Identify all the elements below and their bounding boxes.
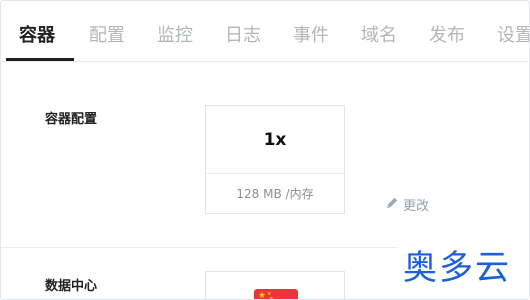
data-center-card[interactable]: ★ ★ ★ (205, 271, 345, 299)
container-plan-card[interactable]: 1x 128 MB /内存 (205, 105, 345, 214)
tab-domains[interactable]: 域名 (361, 23, 397, 49)
tab-logs[interactable]: 日志 (225, 23, 261, 49)
container-config-label: 容器配置 (45, 112, 98, 127)
tab-events[interactable]: 事件 (293, 23, 329, 49)
tab-containers[interactable]: 容器 (19, 23, 55, 49)
edit-config-button[interactable]: 更改 (385, 195, 429, 214)
pencil-icon (385, 196, 399, 214)
tab-deploy[interactable]: 发布 (429, 23, 465, 49)
china-flag-icon: ★ ★ ★ (254, 289, 298, 299)
tab-monitoring[interactable]: 监控 (157, 23, 193, 49)
tab-bar: 容器 配置 监控 日志 事件 域名 发布 设置 (1, 1, 529, 62)
tab-settings[interactable]: 设置 (497, 23, 529, 49)
active-tab-indicator (6, 58, 74, 61)
instance-count: 1x (206, 106, 344, 174)
memory-size: 128 MB /内存 (236, 187, 314, 201)
tab-config[interactable]: 配置 (89, 23, 125, 49)
app-frame: 容器 配置 监控 日志 事件 域名 发布 设置 容器配置 1x 128 MB /… (0, 0, 530, 300)
watermark-logo: 奥多云 (403, 248, 511, 288)
edit-config-label: 更改 (403, 199, 430, 214)
data-center-label: 数据中心 (45, 279, 98, 294)
